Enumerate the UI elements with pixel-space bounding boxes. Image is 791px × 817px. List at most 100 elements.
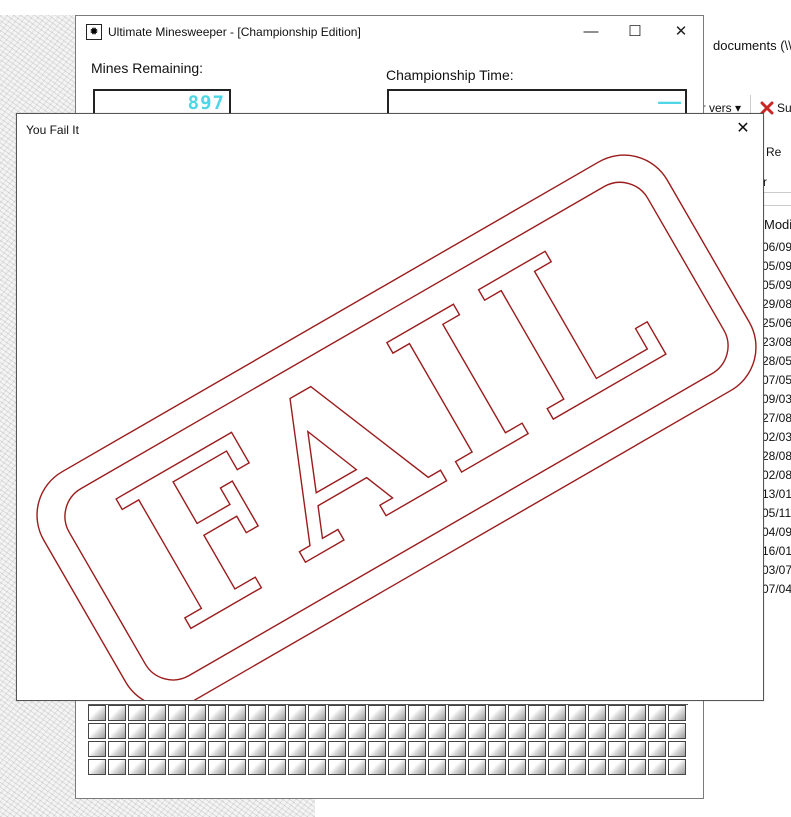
list-item[interactable]: 05/11 bbox=[762, 504, 791, 523]
mine-cell[interactable] bbox=[308, 723, 326, 739]
mine-cell[interactable] bbox=[128, 723, 146, 739]
mine-cell[interactable] bbox=[648, 741, 666, 757]
mine-cell[interactable] bbox=[268, 759, 286, 775]
mine-cell[interactable] bbox=[568, 705, 586, 721]
mine-cell[interactable] bbox=[228, 705, 246, 721]
mine-cell[interactable] bbox=[488, 705, 506, 721]
minimize-button[interactable]: — bbox=[568, 16, 614, 48]
rename-button-label[interactable]: Re bbox=[766, 145, 781, 159]
mine-cell[interactable] bbox=[408, 705, 426, 721]
mine-cell[interactable] bbox=[188, 741, 206, 757]
mine-cell[interactable] bbox=[528, 723, 546, 739]
mine-cell[interactable] bbox=[668, 759, 686, 775]
mine-cell[interactable] bbox=[668, 723, 686, 739]
mine-cell[interactable] bbox=[548, 759, 566, 775]
list-item[interactable]: 27/08 bbox=[762, 409, 791, 428]
mine-cell[interactable] bbox=[368, 723, 386, 739]
mine-cell[interactable] bbox=[588, 705, 606, 721]
mine-cell[interactable] bbox=[128, 705, 146, 721]
mine-cell[interactable] bbox=[328, 705, 346, 721]
mine-cell[interactable] bbox=[268, 705, 286, 721]
mine-cell[interactable] bbox=[568, 723, 586, 739]
title-bar[interactable]: ✹ Ultimate Minesweeper - [Championship E… bbox=[76, 16, 703, 48]
mine-cell[interactable] bbox=[548, 705, 566, 721]
mine-cell[interactable] bbox=[248, 741, 266, 757]
list-item[interactable]: 28/05 bbox=[762, 352, 791, 371]
mine-cell[interactable] bbox=[188, 705, 206, 721]
list-item[interactable]: 02/03 bbox=[762, 428, 791, 447]
mine-cell[interactable] bbox=[628, 723, 646, 739]
mine-cell[interactable] bbox=[548, 723, 566, 739]
list-item[interactable]: 04/09 bbox=[762, 523, 791, 542]
mine-cell[interactable] bbox=[468, 741, 486, 757]
mine-cell[interactable] bbox=[628, 705, 646, 721]
mine-cell[interactable] bbox=[608, 705, 626, 721]
mine-cell[interactable] bbox=[308, 759, 326, 775]
mine-cell[interactable] bbox=[168, 723, 186, 739]
mine-cell[interactable] bbox=[488, 741, 506, 757]
mine-cell[interactable] bbox=[528, 705, 546, 721]
mine-cell[interactable] bbox=[408, 741, 426, 757]
modified-column-header[interactable]: Modi bbox=[764, 217, 791, 232]
mine-cell[interactable] bbox=[268, 741, 286, 757]
mine-cell[interactable] bbox=[368, 759, 386, 775]
mine-cell[interactable] bbox=[488, 723, 506, 739]
mine-cell[interactable] bbox=[428, 741, 446, 757]
mine-cell[interactable] bbox=[648, 723, 666, 739]
mine-cell[interactable] bbox=[188, 759, 206, 775]
mine-cell[interactable] bbox=[328, 723, 346, 739]
list-item[interactable]: 07/05 bbox=[762, 371, 791, 390]
mine-cell[interactable] bbox=[308, 741, 326, 757]
mine-cell[interactable] bbox=[148, 705, 166, 721]
mine-cell[interactable] bbox=[648, 759, 666, 775]
mine-cell[interactable] bbox=[348, 723, 366, 739]
mine-cell[interactable] bbox=[88, 705, 106, 721]
list-item[interactable]: 03/07 bbox=[762, 561, 791, 580]
mine-cell[interactable] bbox=[548, 741, 566, 757]
mine-cell[interactable] bbox=[288, 741, 306, 757]
mine-cell[interactable] bbox=[628, 759, 646, 775]
mine-cell[interactable] bbox=[428, 705, 446, 721]
mine-cell[interactable] bbox=[228, 759, 246, 775]
list-item[interactable]: 13/01 bbox=[762, 485, 791, 504]
mine-cell[interactable] bbox=[88, 759, 106, 775]
mine-cell[interactable] bbox=[388, 741, 406, 757]
mine-cell[interactable] bbox=[168, 759, 186, 775]
mine-cell[interactable] bbox=[188, 723, 206, 739]
list-item[interactable]: 23/08 bbox=[762, 333, 791, 352]
mine-cell[interactable] bbox=[448, 723, 466, 739]
mine-cell[interactable] bbox=[668, 705, 686, 721]
mine-cell[interactable] bbox=[368, 705, 386, 721]
mine-cell[interactable] bbox=[208, 723, 226, 739]
mine-cell[interactable] bbox=[248, 759, 266, 775]
maximize-button[interactable]: ☐ bbox=[612, 16, 658, 48]
mine-cell[interactable] bbox=[308, 705, 326, 721]
list-item[interactable]: 05/09 bbox=[762, 257, 791, 276]
mine-cell[interactable] bbox=[148, 741, 166, 757]
list-item[interactable]: 16/01 bbox=[762, 542, 791, 561]
mine-cell[interactable] bbox=[228, 741, 246, 757]
mine-cell[interactable] bbox=[588, 741, 606, 757]
mine-cell[interactable] bbox=[208, 759, 226, 775]
mine-cell[interactable] bbox=[348, 705, 366, 721]
mine-cell[interactable] bbox=[108, 705, 126, 721]
mine-cell[interactable] bbox=[468, 759, 486, 775]
mine-cell[interactable] bbox=[388, 705, 406, 721]
list-item[interactable]: 07/04 bbox=[762, 580, 791, 599]
mine-cell[interactable] bbox=[148, 759, 166, 775]
mine-cell[interactable] bbox=[168, 741, 186, 757]
mine-cell[interactable] bbox=[348, 759, 366, 775]
mine-cell[interactable] bbox=[468, 723, 486, 739]
mine-cell[interactable] bbox=[388, 723, 406, 739]
mine-cell[interactable] bbox=[228, 723, 246, 739]
mine-cell[interactable] bbox=[408, 723, 426, 739]
mine-cell[interactable] bbox=[408, 759, 426, 775]
mine-cell[interactable] bbox=[488, 759, 506, 775]
mine-cell[interactable] bbox=[108, 723, 126, 739]
list-item[interactable]: 05/09 bbox=[762, 276, 791, 295]
mine-cell[interactable] bbox=[328, 741, 346, 757]
list-item[interactable]: 09/03 bbox=[762, 390, 791, 409]
list-item[interactable]: 28/08 bbox=[762, 447, 791, 466]
list-item[interactable]: 29/08 bbox=[762, 295, 791, 314]
mine-cell[interactable] bbox=[288, 723, 306, 739]
